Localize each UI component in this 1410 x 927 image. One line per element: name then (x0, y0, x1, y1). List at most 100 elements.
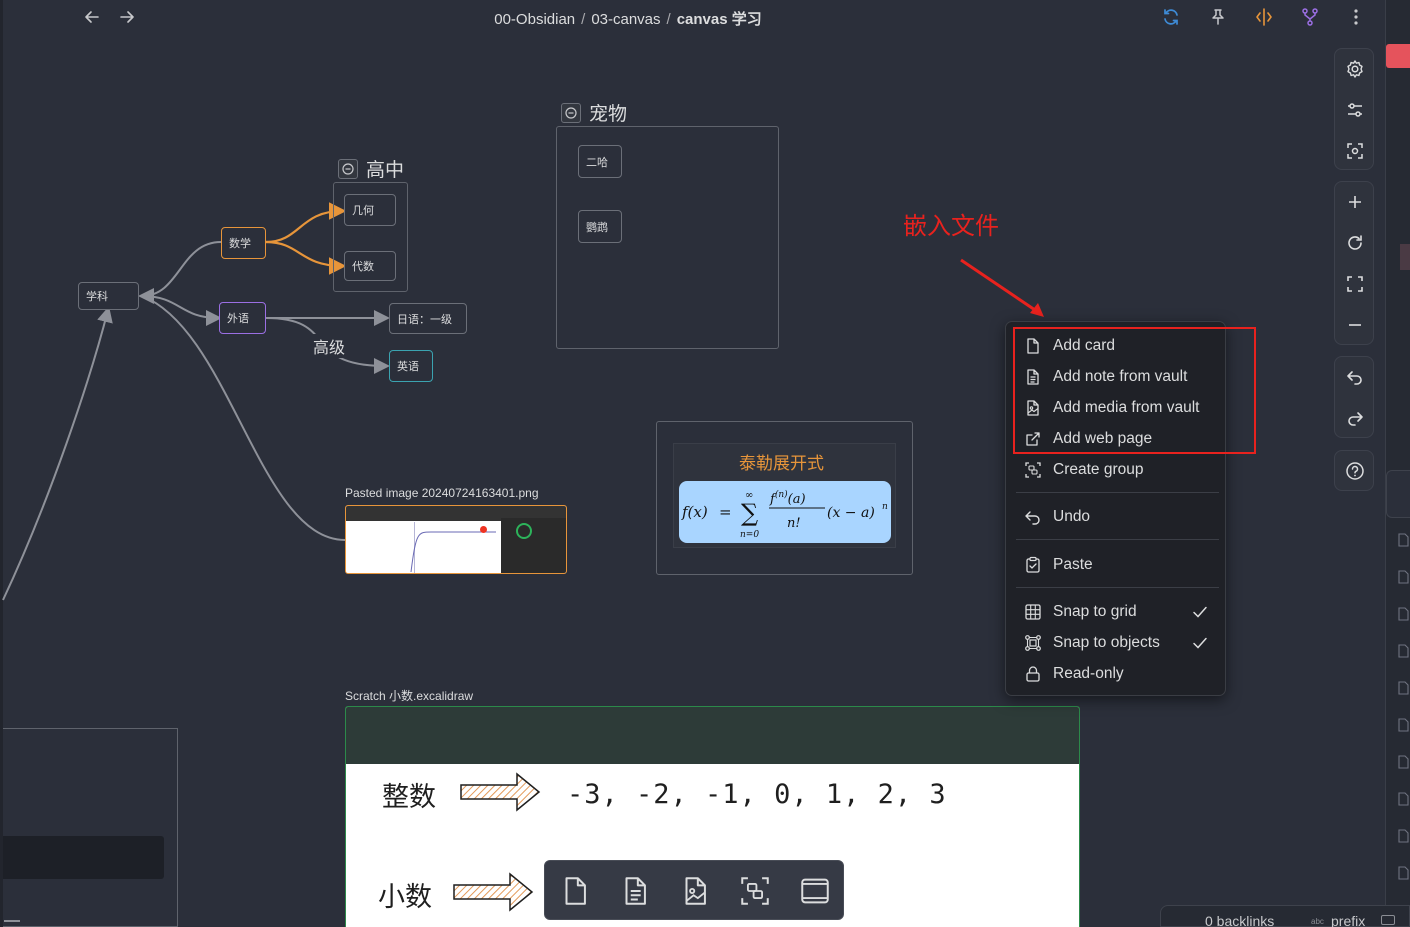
file-icon[interactable] (1397, 755, 1410, 769)
zoom-to-fit-button[interactable] (1335, 264, 1375, 304)
svg-text:=: = (719, 503, 732, 521)
status-bar: 0 backlinks abc prefix (1160, 905, 1410, 927)
file-icon[interactable] (1397, 607, 1410, 621)
backlinks-count[interactable]: 0 backlinks (1205, 913, 1274, 927)
file-text-icon (625, 877, 646, 905)
menu-item-undo[interactable]: Undo (1006, 503, 1227, 531)
prefix-icon: abc (1311, 917, 1324, 926)
edge-xueke-waiyu[interactable] (141, 295, 222, 326)
file-icon[interactable] (1397, 866, 1410, 880)
right-sidebar-strip (1385, 0, 1410, 927)
scratch-file-label: Scratch 小数.excalidraw (345, 689, 474, 703)
edge-left-xueke[interactable] (2, 306, 113, 601)
edge-shuxue-jihe[interactable] (265, 202, 347, 244)
edge-shuxue-daishu[interactable] (265, 240, 347, 275)
node-xueke[interactable]: 学科 (78, 282, 139, 310)
zoom-out-button[interactable] (1335, 305, 1375, 345)
node-shuxue[interactable]: 数学 (221, 227, 266, 259)
clipboard-icon (1026, 556, 1040, 573)
group-label-pets[interactable]: 宠物 (561, 99, 627, 126)
collapse-icon[interactable] (338, 158, 358, 179)
undo-icon (1025, 511, 1040, 525)
menu-item-read-only[interactable]: Read-only (1006, 660, 1227, 688)
lock-icon (1026, 666, 1040, 682)
excalidraw-header (346, 707, 1079, 764)
annotation-arrowhead (1030, 303, 1044, 317)
file-icon[interactable] (1397, 570, 1410, 584)
taylor-title: 泰勒展开式 (739, 454, 824, 473)
grid-icon (1025, 604, 1041, 620)
menu-item-label: Snap to objects (1053, 634, 1160, 651)
annotation-highlight-box (1013, 327, 1256, 454)
file-icon (565, 877, 586, 905)
canvas-filters-button[interactable] (1335, 90, 1375, 130)
menu-item-snap-to-grid[interactable]: Snap to grid (1006, 598, 1227, 626)
node-waiyu[interactable]: 外语 (219, 302, 266, 334)
node-erha[interactable]: 二哈 (578, 145, 622, 178)
minus-icon (1349, 324, 1361, 326)
undo-button[interactable] (1335, 357, 1375, 397)
checkmark-icon (1193, 637, 1207, 649)
node-parrot[interactable]: 鹦鹉 (578, 210, 622, 243)
add-note-button[interactable] (615, 871, 655, 911)
frame-icon (801, 878, 829, 904)
edge-xueke-shuxue[interactable] (138, 241, 222, 304)
collapse-icon[interactable] (561, 102, 581, 123)
reset-zoom-button[interactable] (1335, 223, 1375, 263)
create-group-button[interactable] (735, 871, 775, 911)
help-button[interactable] (1335, 451, 1375, 491)
file-icon[interactable] (1397, 718, 1410, 732)
keyboard-icon[interactable] (1381, 915, 1395, 925)
taylor-formula: f(x) = ∑ ∞ n=0 f(n)(a) n! (x − a) n (679, 481, 891, 543)
node-text: 外语 (227, 313, 249, 325)
add-media-button[interactable] (675, 871, 715, 911)
file-icon[interactable] (1397, 644, 1410, 658)
menu-item-paste[interactable]: Paste (1006, 551, 1227, 579)
taylor-card[interactable]: 泰勒展开式 f(x) = ∑ ∞ n=0 f(n)(a) n! (x − a) … (673, 443, 896, 548)
node-text: 几何 (352, 205, 374, 217)
canvas-add-toolbar (544, 860, 844, 920)
image-red-dot (480, 526, 487, 533)
menu-separator (1016, 539, 1219, 540)
canvas-settings-button[interactable] (1335, 49, 1375, 89)
node-text: 日语：一级 (397, 313, 452, 326)
add-web-frame-button[interactable] (795, 871, 835, 911)
menu-item-create-group[interactable]: Create group (1006, 456, 1227, 484)
node-yingyu[interactable]: 英语 (389, 350, 433, 382)
file-icon[interactable] (1397, 533, 1410, 547)
menu-item-snap-to-objects[interactable]: Snap to objects (1006, 629, 1227, 657)
zoom-to-selection-button[interactable] (1335, 131, 1375, 171)
menu-separator (1016, 492, 1219, 493)
file-icon[interactable] (1397, 829, 1410, 843)
file-icon[interactable] (1397, 681, 1410, 695)
gear-icon (1347, 60, 1363, 78)
maximize-icon (1347, 276, 1363, 292)
sidebar-tab[interactable] (1386, 470, 1410, 518)
excalidraw-decimal-label: 小数 (378, 882, 432, 913)
node-riyu[interactable]: 日语：一级 (389, 303, 467, 334)
node-text: 数学 (229, 238, 251, 250)
rotate-icon (1348, 235, 1362, 250)
history-controls-group (1334, 356, 1374, 438)
partial-group-left[interactable] (3, 728, 178, 927)
add-card-button[interactable] (555, 871, 595, 911)
redo-button[interactable] (1335, 398, 1375, 438)
image-green-circle (516, 523, 532, 539)
file-image-icon (685, 877, 706, 905)
checkmark-icon (1193, 606, 1207, 618)
prefix-label[interactable]: prefix (1331, 913, 1365, 927)
snap-objects-icon (1025, 635, 1041, 651)
node-text: 学科 (86, 291, 108, 303)
embedded-image[interactable] (345, 505, 567, 574)
zoom-in-button[interactable] (1335, 182, 1375, 222)
node-text: 代数 (352, 261, 374, 273)
partial-node-left[interactable] (3, 836, 164, 879)
help-circle-icon (1346, 462, 1364, 480)
file-icon[interactable] (1397, 792, 1410, 806)
node-jihe[interactable]: 几何 (344, 194, 396, 226)
node-daishu[interactable]: 代数 (344, 251, 396, 281)
bottom-left-mark (4, 920, 20, 922)
group-label-highschool[interactable]: 高中 (338, 155, 404, 182)
svg-text:n!: n! (787, 516, 801, 531)
annotation-text: 嵌入文件 (903, 213, 999, 240)
